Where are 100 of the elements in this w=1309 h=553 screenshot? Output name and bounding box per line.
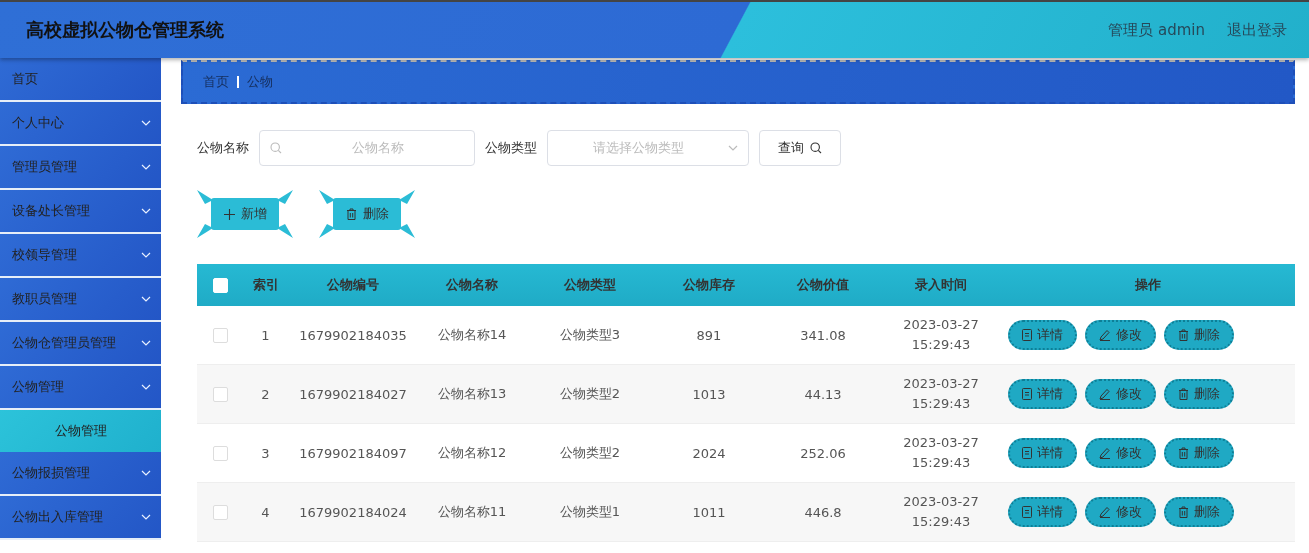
field-label: 公物名称 [197, 139, 249, 157]
chevron-down-icon [728, 145, 738, 151]
sidebar-subitem[interactable]: 公物管理 [0, 410, 161, 452]
delete-button[interactable]: 删除 [319, 190, 415, 238]
column-header: 索引 [252, 277, 279, 292]
sidebar-item[interactable]: 管理员管理 [0, 146, 161, 190]
table-cell: 公物名称11 [437, 504, 507, 519]
table-cell: 891 [696, 327, 722, 343]
table-cell: 2024 [692, 445, 726, 461]
pencil-icon [1099, 506, 1111, 518]
detail-button[interactable]: 详情 [1008, 438, 1077, 468]
row-checkbox[interactable] [212, 446, 228, 461]
sidebar-item[interactable]: 校领导管理 [0, 234, 161, 278]
pencil-icon [1099, 447, 1111, 459]
table-cell: 2 [261, 386, 270, 402]
sidebar-item[interactable]: 公物出入库管理 [0, 496, 161, 540]
chevron-down-icon [141, 384, 151, 390]
row-checkbox[interactable] [212, 387, 228, 402]
detail-button[interactable]: 详情 [1008, 320, 1077, 350]
sidebar-item[interactable]: 公物管理 [0, 366, 161, 410]
chevron-down-icon [141, 120, 151, 126]
table-cell: 4 [261, 504, 270, 520]
edit-button[interactable]: 修改 [1085, 497, 1156, 527]
sidebar-item[interactable]: 教职员管理 [0, 278, 161, 322]
sidebar-item[interactable]: 首页 [0, 58, 161, 102]
edit-button[interactable]: 修改 [1085, 438, 1156, 468]
delete-button[interactable]: 删除 [1164, 438, 1234, 468]
app-title: 高校虚拟公物仓管理系统 [26, 18, 225, 42]
pencil-icon [1099, 388, 1111, 400]
chevron-down-icon [141, 208, 151, 214]
delete-button[interactable]: 删除 [1164, 320, 1234, 350]
document-icon [1022, 506, 1032, 518]
table-cell-text: 2023-03-27 15:29:43 [902, 316, 980, 354]
field-label: 公物类型 [485, 139, 537, 157]
row-checkbox[interactable] [212, 505, 228, 520]
table-cell: 1679902184097 [299, 445, 407, 461]
document-icon [1022, 388, 1032, 400]
column-header: 公物编号 [327, 277, 379, 292]
chevron-down-icon [141, 252, 151, 258]
table-cell: 446.8 [804, 504, 842, 520]
table-cell: 1013 [692, 386, 726, 402]
detail-button[interactable]: 详情 [1008, 379, 1077, 409]
column-header: 公物价值 [797, 277, 849, 292]
table-cell: 1679902184027 [299, 386, 407, 402]
table-cell: 3 [261, 445, 270, 461]
column-header: 公物库存 [683, 277, 735, 292]
table-cell: 44.13 [804, 386, 842, 402]
table-cell: 341.08 [800, 327, 846, 343]
detail-button[interactable]: 详情 [1008, 497, 1077, 527]
table-cell: 公物名称13 [437, 386, 507, 401]
table-cell: 1679902184035 [299, 327, 407, 343]
table-cell: 1679902184024 [299, 504, 407, 520]
trash-icon [345, 208, 357, 220]
table-cell: 252.06 [800, 445, 846, 461]
chevron-down-icon [141, 340, 151, 346]
table-cell: 公物名称12 [437, 445, 507, 460]
chevron-down-icon [141, 296, 151, 302]
breadcrumb-item[interactable]: 首页 [203, 73, 229, 91]
table-cell: 公物类型2 [559, 445, 621, 460]
search-icon [810, 142, 822, 154]
table-cell: 公物类型1 [559, 504, 621, 519]
table-cell: 公物类型2 [559, 386, 621, 401]
table-cell: 公物名称14 [437, 327, 507, 342]
trash-icon [1178, 388, 1189, 400]
document-icon [1022, 329, 1032, 341]
trash-icon [1178, 506, 1189, 518]
sidebar-item[interactable]: 设备处长管理 [0, 190, 161, 234]
column-header: 公物类型 [564, 277, 616, 292]
table-cell: 公物类型3 [559, 327, 621, 342]
trash-icon [1178, 329, 1189, 341]
plus-icon [223, 208, 235, 220]
column-header: 录入时间 [915, 277, 967, 292]
column-header: 公物名称 [446, 277, 498, 292]
chevron-down-icon [141, 470, 151, 476]
delete-button[interactable]: 删除 [1164, 379, 1234, 409]
query-button[interactable]: 查询 [759, 130, 841, 166]
select-all-checkbox[interactable] [212, 278, 228, 293]
user-label: 管理员 admin [1108, 20, 1205, 40]
add-button[interactable]: 新增 [197, 190, 293, 238]
pencil-icon [1099, 329, 1111, 341]
table-cell-text: 2023-03-27 15:29:43 [902, 493, 980, 531]
edit-button[interactable]: 修改 [1085, 320, 1156, 350]
sidebar-item[interactable]: 个人中心 [0, 102, 161, 146]
document-icon [1022, 447, 1032, 459]
chevron-down-icon [141, 164, 151, 170]
table-cell: 1011 [692, 504, 726, 520]
breadcrumb-item[interactable]: 公物 [247, 73, 273, 91]
sidebar-item[interactable]: 公物报损管理 [0, 452, 161, 496]
delete-button[interactable]: 删除 [1164, 497, 1234, 527]
table-cell: 1 [261, 327, 270, 343]
sidebar-item[interactable]: 公物仓管理员管理 [0, 322, 161, 366]
row-checkbox[interactable] [212, 328, 228, 343]
chevron-down-icon [141, 514, 151, 520]
column-header: 操作 [1134, 277, 1161, 292]
trash-icon [1178, 447, 1189, 459]
table-cell-text: 2023-03-27 15:29:43 [902, 434, 980, 472]
search-icon [270, 142, 282, 154]
table-cell-text: 2023-03-27 15:29:43 [902, 375, 980, 413]
edit-button[interactable]: 修改 [1085, 379, 1156, 409]
logout-link[interactable]: 退出登录 [1227, 20, 1287, 40]
